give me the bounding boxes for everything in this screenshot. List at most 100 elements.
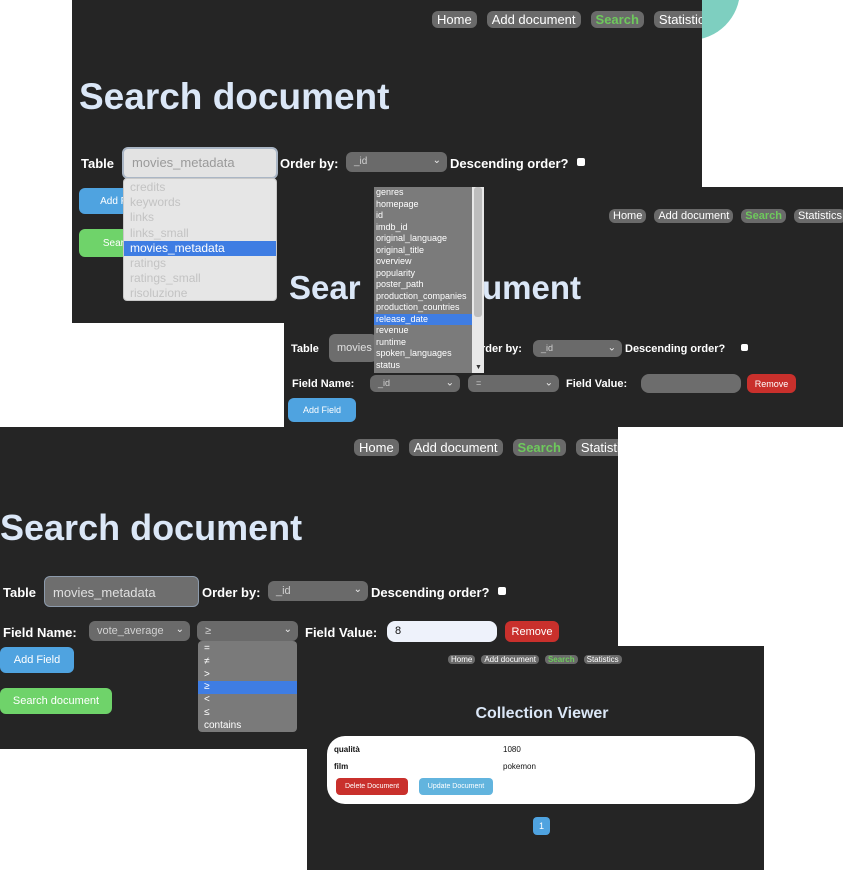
field-value-label: Field Value: [305,625,378,640]
descending-label: Descending order? [371,585,490,600]
order-by-label: Order by: [280,156,339,171]
dropdown-option[interactable]: ≥ [198,681,297,695]
field-value-input[interactable]: 8 [387,621,497,642]
table-dropdown-list[interactable]: credits keywords links links_small movies_me… [123,178,277,301]
field-name-label: Field Name: [3,625,77,640]
order-by-select[interactable]: _id ⌄ [533,340,622,357]
add-field-button[interactable]: Add Field [288,398,356,422]
page-title-left-part: Sear [289,269,361,306]
add-field-button[interactable]: Add Field [0,647,74,673]
descending-checkbox[interactable] [577,158,585,166]
table-select[interactable]: movies [329,334,377,362]
dropdown-option[interactable]: poster_path [374,279,472,291]
operator-dropdown-list[interactable]: = ≠ > ≥ < ≤ contains [198,641,297,732]
nav-bar: Home Add document Search Statistics [354,439,618,456]
remove-label: Remove [511,625,553,638]
dropdown-option[interactable]: links_small [124,226,276,241]
operator-select[interactable]: = ⌄ [468,375,559,392]
nav-search[interactable]: Search [590,11,644,28]
operator-select[interactable]: ≥ ⌄ [197,621,298,641]
dropdown-option[interactable]: movies_metadata [124,240,276,256]
field-value-input[interactable] [641,374,741,393]
nav-statistics[interactable]: Statistics [653,11,702,28]
update-document-label: Update Document [427,783,485,790]
field-name-label: Field Name: [292,378,355,390]
nav-statistics[interactable]: Statistics [793,209,843,223]
nav-home[interactable]: Home [432,11,477,28]
remove-button[interactable]: Remove [747,374,796,393]
nav-statistics[interactable]: Statistics [575,439,618,456]
remove-label: Remove [754,378,789,389]
dropdown-option[interactable]: homepage [374,199,472,211]
nav-search[interactable]: Search [512,439,566,456]
order-by-value: _id [541,343,554,353]
dropdown-option[interactable]: original_language [374,233,472,245]
order-by-select[interactable]: _id ⌄ [346,152,447,172]
dropdown-option[interactable]: ratings_small [124,271,276,286]
nav-home[interactable]: Home [354,439,399,456]
field-name-dropdown-list[interactable]: genres homepage id imdb_id original_language… [374,187,484,373]
dropdown-option[interactable]: id [374,210,472,222]
dropdown-option[interactable]: = [198,643,297,656]
field-value-label: Field Value: [566,378,628,390]
scroll-down-icon[interactable]: ▼ [475,362,482,374]
viewer-title: Collection Viewer [475,705,609,722]
nav-home[interactable]: Home [448,655,476,664]
delete-document-button[interactable]: Delete Document [336,778,408,795]
descending-label: Descending order? [625,343,726,355]
dropdown-option[interactable]: production_companies [374,291,472,303]
dropdown-scrollbar[interactable]: ▼ [472,187,484,373]
order-by-value: _id [276,585,291,597]
search-panel-field-dropdown: Home Add document Search Statistics Sear… [284,187,843,427]
nav-statistics[interactable]: Statistics [583,655,622,664]
dropdown-option[interactable]: ratings [124,256,276,271]
nav-search[interactable]: Search [544,655,578,664]
update-document-button[interactable]: Update Document [419,778,493,795]
field-name-select[interactable]: _id ⌄ [370,375,460,392]
order-by-value: _id [354,156,368,167]
order-by-select[interactable]: _id ⌄ [268,581,368,601]
dropdown-option[interactable]: imdb_id [374,222,472,234]
dropdown-option[interactable]: links [124,210,276,225]
dropdown-option[interactable]: runtime [374,337,472,349]
dropdown-option[interactable]: popularity [374,268,472,280]
dropdown-option[interactable]: ≠ [198,656,297,669]
scrollbar-thumb[interactable] [474,187,482,317]
dropdown-option[interactable]: ≤ [198,707,297,720]
dropdown-option[interactable]: spoken_languages [374,348,472,360]
page-title: Search document [79,76,390,117]
dropdown-option[interactable]: credits [124,180,276,195]
operator-value: ≥ [205,625,212,637]
nav-bar: Home Add document Search Statistics [432,11,702,28]
dropdown-option[interactable]: original_title [374,245,472,257]
descending-checkbox[interactable] [741,344,748,351]
dropdown-option[interactable]: status [374,360,472,372]
table-label: Table [81,156,114,171]
field-name-select[interactable]: vote_average ⌄ [89,621,190,641]
dropdown-option[interactable]: contains [198,720,297,732]
search-document-button[interactable]: Search document [0,688,112,714]
table-select-value: movies [337,342,372,354]
nav-bar: Home Add document Search Statistics [609,209,843,223]
nav-search[interactable]: Search [741,209,786,223]
dropdown-option[interactable]: production_countries [374,302,472,314]
dropdown-option[interactable]: risoluzione [124,286,276,300]
nav-add-document[interactable]: Add document [654,209,734,223]
table-select[interactable]: movies_metadata [44,576,199,607]
remove-button[interactable]: Remove [505,621,559,642]
nav-home[interactable]: Home [609,209,647,223]
dropdown-option[interactable]: < [198,694,297,707]
nav-add-document[interactable]: Add document [481,655,539,664]
table-select-value: movies_metadata [53,585,156,600]
nav-add-document[interactable]: Add document [486,11,581,28]
dropdown-option[interactable]: genres [374,187,472,199]
table-select[interactable]: movies_metadata [122,147,278,179]
pagination-page-1[interactable]: 1 [533,817,550,835]
dropdown-option[interactable]: revenue [374,325,472,337]
nav-add-document[interactable]: Add document [408,439,503,456]
dropdown-option[interactable]: release_date [374,313,472,325]
descending-checkbox[interactable] [498,587,506,595]
dropdown-option[interactable]: keywords [124,195,276,210]
dropdown-option[interactable]: > [198,669,297,682]
dropdown-option[interactable]: overview [374,256,472,268]
